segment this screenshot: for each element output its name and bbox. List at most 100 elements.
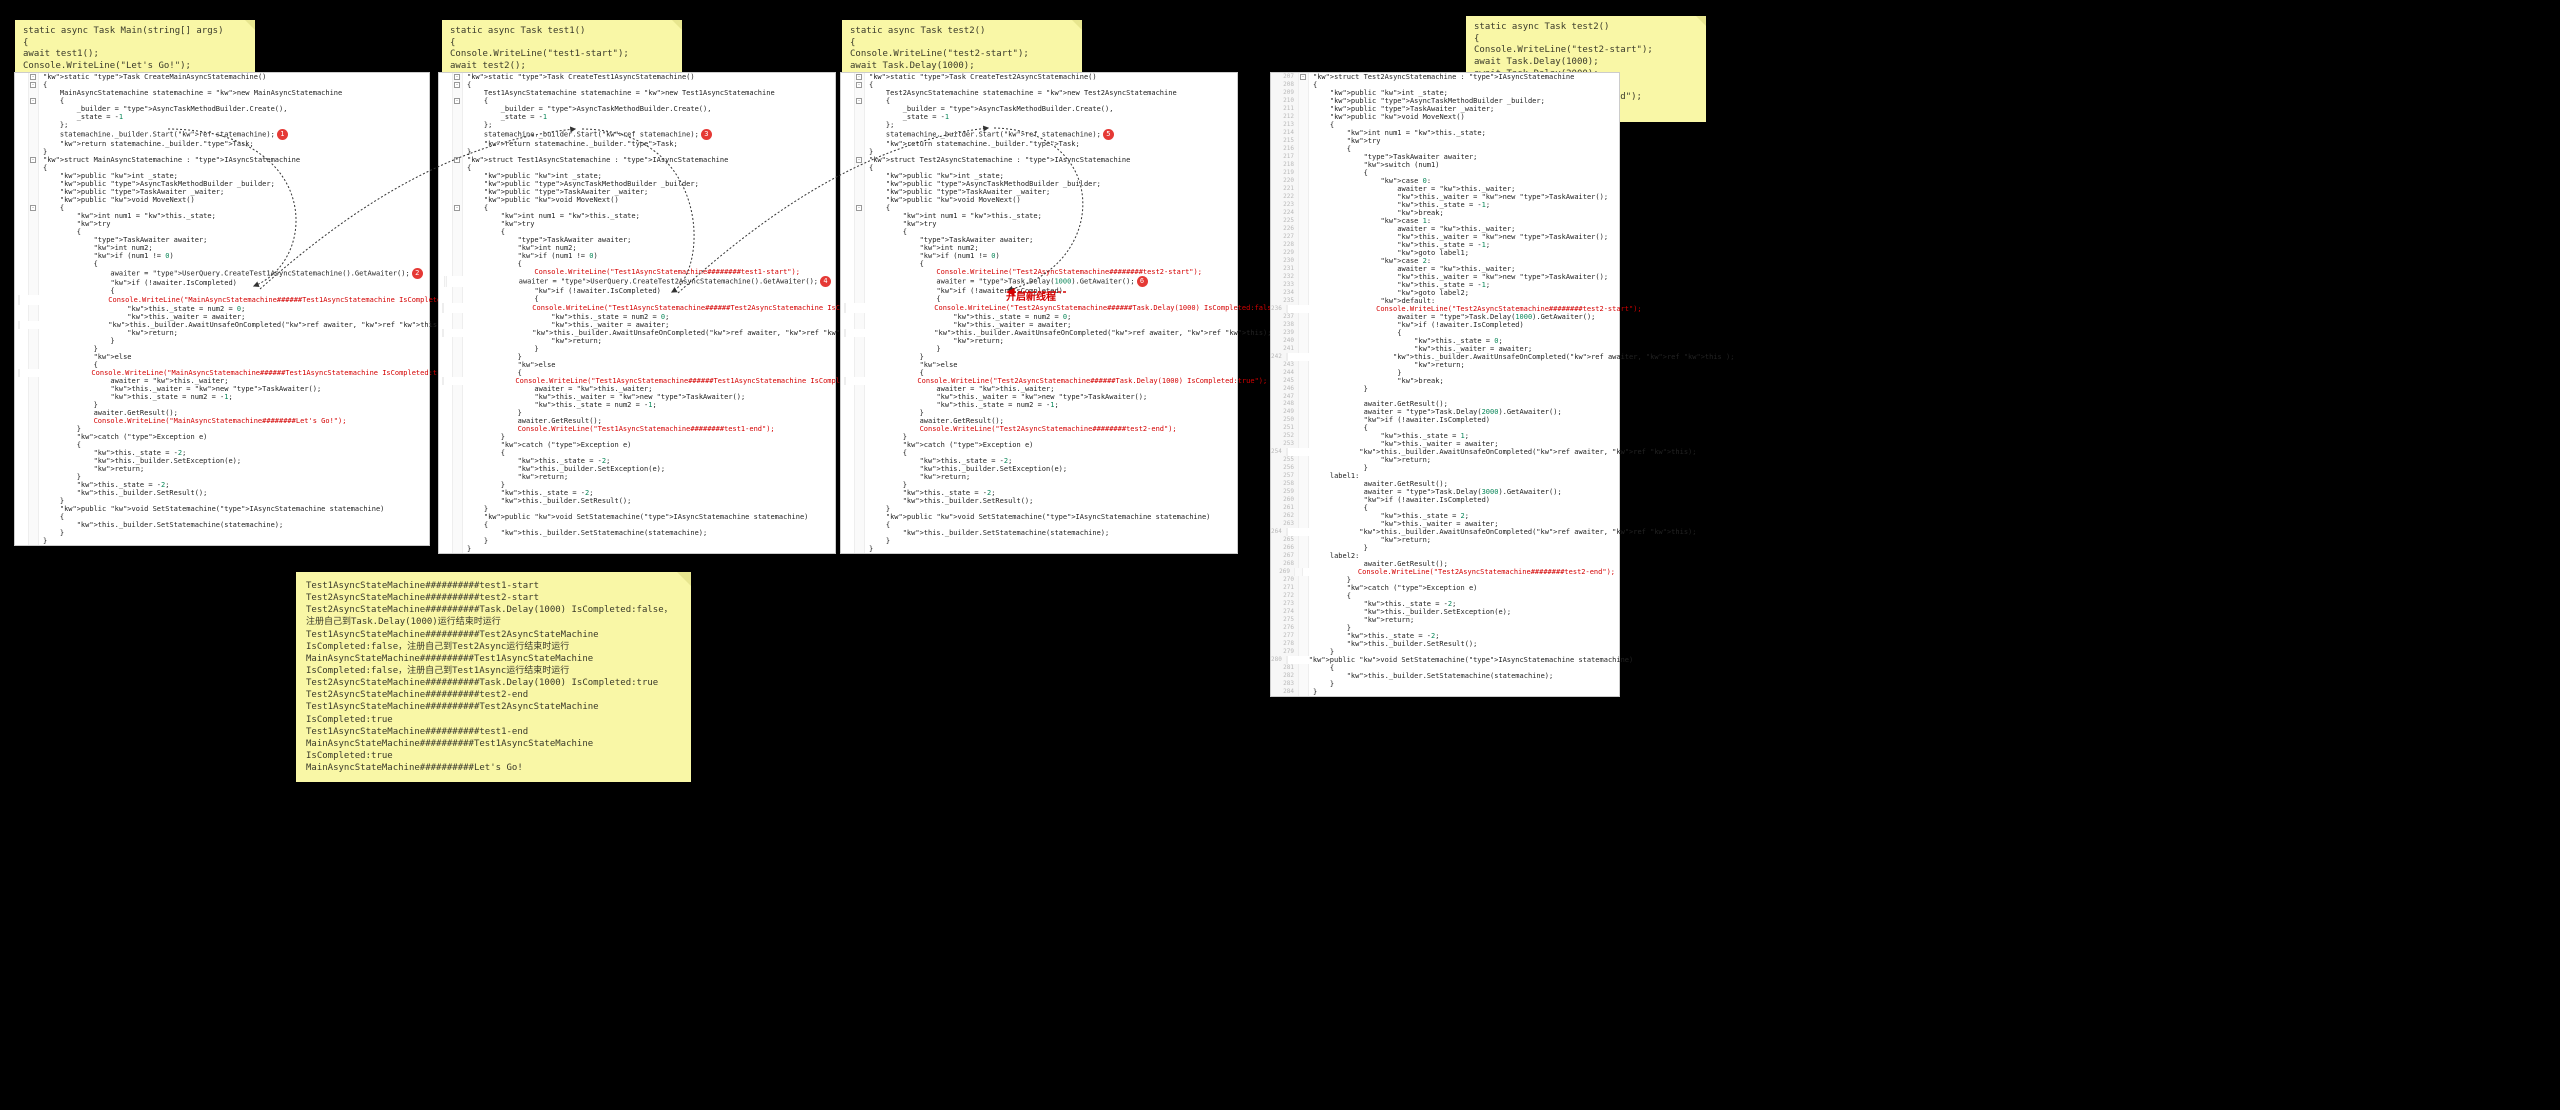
code-line: 253 "kw">this._waiter = awaiter; <box>1271 440 1619 448</box>
code-line: 224 "kw">break; <box>1271 209 1619 217</box>
code-line: "kw">this._builder.AwaitUnsafeOnComplete… <box>841 329 1237 337</box>
code-line: "kw">return; <box>841 473 1237 481</box>
code-line: 262 "kw">this._state = 2; <box>1271 512 1619 520</box>
code-line: "kw">public "type">TaskAwaiter _waiter; <box>439 188 835 196</box>
code-line: { <box>15 441 429 449</box>
code-line: await test1(); <box>23 49 247 61</box>
code-line: "kw">public "kw">void SetStatemachine("t… <box>15 505 429 513</box>
code-line: Console.WriteLine("Test2AsyncStatemachin… <box>841 303 1237 313</box>
code-line: 243 "kw">return; <box>1271 361 1619 369</box>
code-line: "kw">public "kw">void MoveNext() <box>15 196 429 204</box>
code-line: 222 "kw">this._waiter = "kw">new "type">… <box>1271 193 1619 201</box>
code-line: 227 "kw">this._waiter = "kw">new "type">… <box>1271 233 1619 241</box>
code-line: { <box>439 521 835 529</box>
code-line: "kw">public "type">AsyncTaskMethodBuilde… <box>841 180 1237 188</box>
code-line: -"kw">static "type">Task CreateTest2Asyn… <box>841 73 1237 81</box>
code-line: "kw">else <box>841 361 1237 369</box>
code-line: 254 "kw">this._builder.AwaitUnsafeOnComp… <box>1271 448 1619 456</box>
badge-4: 4 <box>820 276 831 287</box>
output-line: Test2AsyncStateMachine##########Task.Del… <box>306 604 681 628</box>
code-line: Console.WriteLine("Test2AsyncStatemachin… <box>841 377 1237 385</box>
code-line: "kw">return statemachine._builder."type"… <box>15 140 429 148</box>
code-line: "kw">this._state = -2; <box>15 449 429 457</box>
code-line: 275 "kw">return; <box>1271 616 1619 624</box>
code-line: 221 awaiter = "kw">this._waiter; <box>1271 185 1619 193</box>
code-line: 261 { <box>1271 504 1619 512</box>
output-line: Test2AsyncStateMachine##########test2-st… <box>306 592 681 604</box>
code-line: "kw">public "kw">int _state; <box>15 172 429 180</box>
code-line: 258 awaiter.GetResult(); <box>1271 480 1619 488</box>
code-line: } <box>439 545 835 553</box>
code-line: statemachine._builder.Start("kw">ref sta… <box>841 129 1237 140</box>
code-line: 228 "kw">this._state = -1; <box>1271 241 1619 249</box>
code-line: awaiter.GetResult(); <box>841 417 1237 425</box>
code-line: - { <box>15 204 429 212</box>
code-line: "kw">this._builder.AwaitUnsafeOnComplete… <box>15 321 429 329</box>
code-line: 214 "kw">int num1 = "kw">this._state; <box>1271 129 1619 137</box>
code-line: 271 "kw">catch ("type">Exception e) <box>1271 584 1619 592</box>
code-line: } <box>841 433 1237 441</box>
code-line: -"kw">static "type">Task CreateTest1Asyn… <box>439 73 835 81</box>
code-line: "kw">return; <box>15 465 429 473</box>
code-line: -{ <box>841 81 1237 89</box>
code-line: 210 "kw">public "type">AsyncTaskMethodBu… <box>1271 97 1619 105</box>
code-line: "kw">this._builder.SetResult(); <box>841 497 1237 505</box>
code-line: { <box>439 369 835 377</box>
code-panel-test2a: -"kw">static "type">Task CreateTest2Asyn… <box>840 72 1238 554</box>
code-line: "kw">this._state = -2; <box>15 481 429 489</box>
code-line: 256 } <box>1271 464 1619 472</box>
code-line: Console.WriteLine("Test1AsyncStatemachin… <box>439 425 835 433</box>
code-line: } <box>15 337 429 345</box>
code-line: 215 "kw">try <box>1271 137 1619 145</box>
output-line: MainAsyncStateMachine##########Test1Asyn… <box>306 653 681 677</box>
code-line: 239 { <box>1271 329 1619 337</box>
code-panel-main: -"kw">static "type">Task CreateMainAsync… <box>14 72 430 546</box>
code-line: 244 } <box>1271 369 1619 377</box>
code-line: 230 "kw">case 2: <box>1271 257 1619 265</box>
code-line: awaiter = "kw">this._waiter; <box>841 385 1237 393</box>
code-line: { <box>841 260 1237 268</box>
code-line: "kw">this._state = num2 = 0; <box>439 313 835 321</box>
code-line: "kw">return; <box>15 329 429 337</box>
output-note: Test1AsyncStateMachine##########test1-st… <box>296 572 691 782</box>
code-line: 281 { <box>1271 664 1619 672</box>
code-line: "kw">this._state = -2; <box>439 457 835 465</box>
code-line: 225 "kw">case 1: <box>1271 217 1619 225</box>
code-panel-test1: -"kw">static "type">Task CreateTest1Asyn… <box>438 72 836 554</box>
code-line: Console.WriteLine("MainAsyncStatemachine… <box>15 295 429 305</box>
code-line: Console.WriteLine("test1-start"); <box>450 49 674 61</box>
code-line: 237 awaiter = "type">Task.Delay(1000).Ge… <box>1271 313 1619 321</box>
code-line: 219 { <box>1271 169 1619 177</box>
code-line: _state = -1 <box>841 113 1237 121</box>
code-line: "kw">int num2; <box>841 244 1237 252</box>
code-line: 211 "kw">public "type">TaskAwaiter _wait… <box>1271 105 1619 113</box>
code-line: 252 "kw">this._state = 1; <box>1271 432 1619 440</box>
code-line: 209 "kw">public "kw">int _state; <box>1271 89 1619 97</box>
code-line: } <box>841 505 1237 513</box>
code-line: "kw">if (num1 != 0) <box>841 252 1237 260</box>
code-panel-test2b: 207-"kw">struct Test2AsyncStatemachine :… <box>1270 72 1620 697</box>
code-line: 266 } <box>1271 544 1619 552</box>
code-line: "kw">if (!awaiter.IsCompleted) <box>15 279 429 287</box>
code-line: { <box>15 164 429 172</box>
code-line: -"kw">struct MainAsyncStatemachine : "ty… <box>15 156 429 164</box>
code-line: 213 { <box>1271 121 1619 129</box>
code-line: Console.WriteLine("Test1AsyncStatemachin… <box>439 377 835 385</box>
code-line: awaiter = "type">UserQuery.CreateTest1As… <box>15 268 429 279</box>
code-line: 273 "kw">this._state = -2; <box>1271 600 1619 608</box>
code-line: Test1AsyncStatemachine statemachine = "k… <box>439 89 835 97</box>
code-line: 259 awaiter = "type">Task.Delay(3000).Ge… <box>1271 488 1619 496</box>
code-line: 236 Console.WriteLine("Test2AsyncStatema… <box>1271 305 1619 313</box>
code-line: 267 label2: <box>1271 552 1619 560</box>
code-line: await Task.Delay(1000); <box>1474 57 1698 69</box>
code-line: 232 "kw">this._waiter = "kw">new "type">… <box>1271 273 1619 281</box>
code-line: { <box>450 38 674 50</box>
code-line: } <box>439 345 835 353</box>
output-line: Test1AsyncStateMachine##########test1-en… <box>306 726 681 738</box>
code-line: _state = -1 <box>15 113 429 121</box>
code-line: 278 "kw">this._builder.SetResult(); <box>1271 640 1619 648</box>
code-line: -{ <box>439 81 835 89</box>
code-line: } <box>841 345 1237 353</box>
code-line: 246 } <box>1271 385 1619 393</box>
code-line: "kw">public "type">TaskAwaiter _waiter; <box>15 188 429 196</box>
